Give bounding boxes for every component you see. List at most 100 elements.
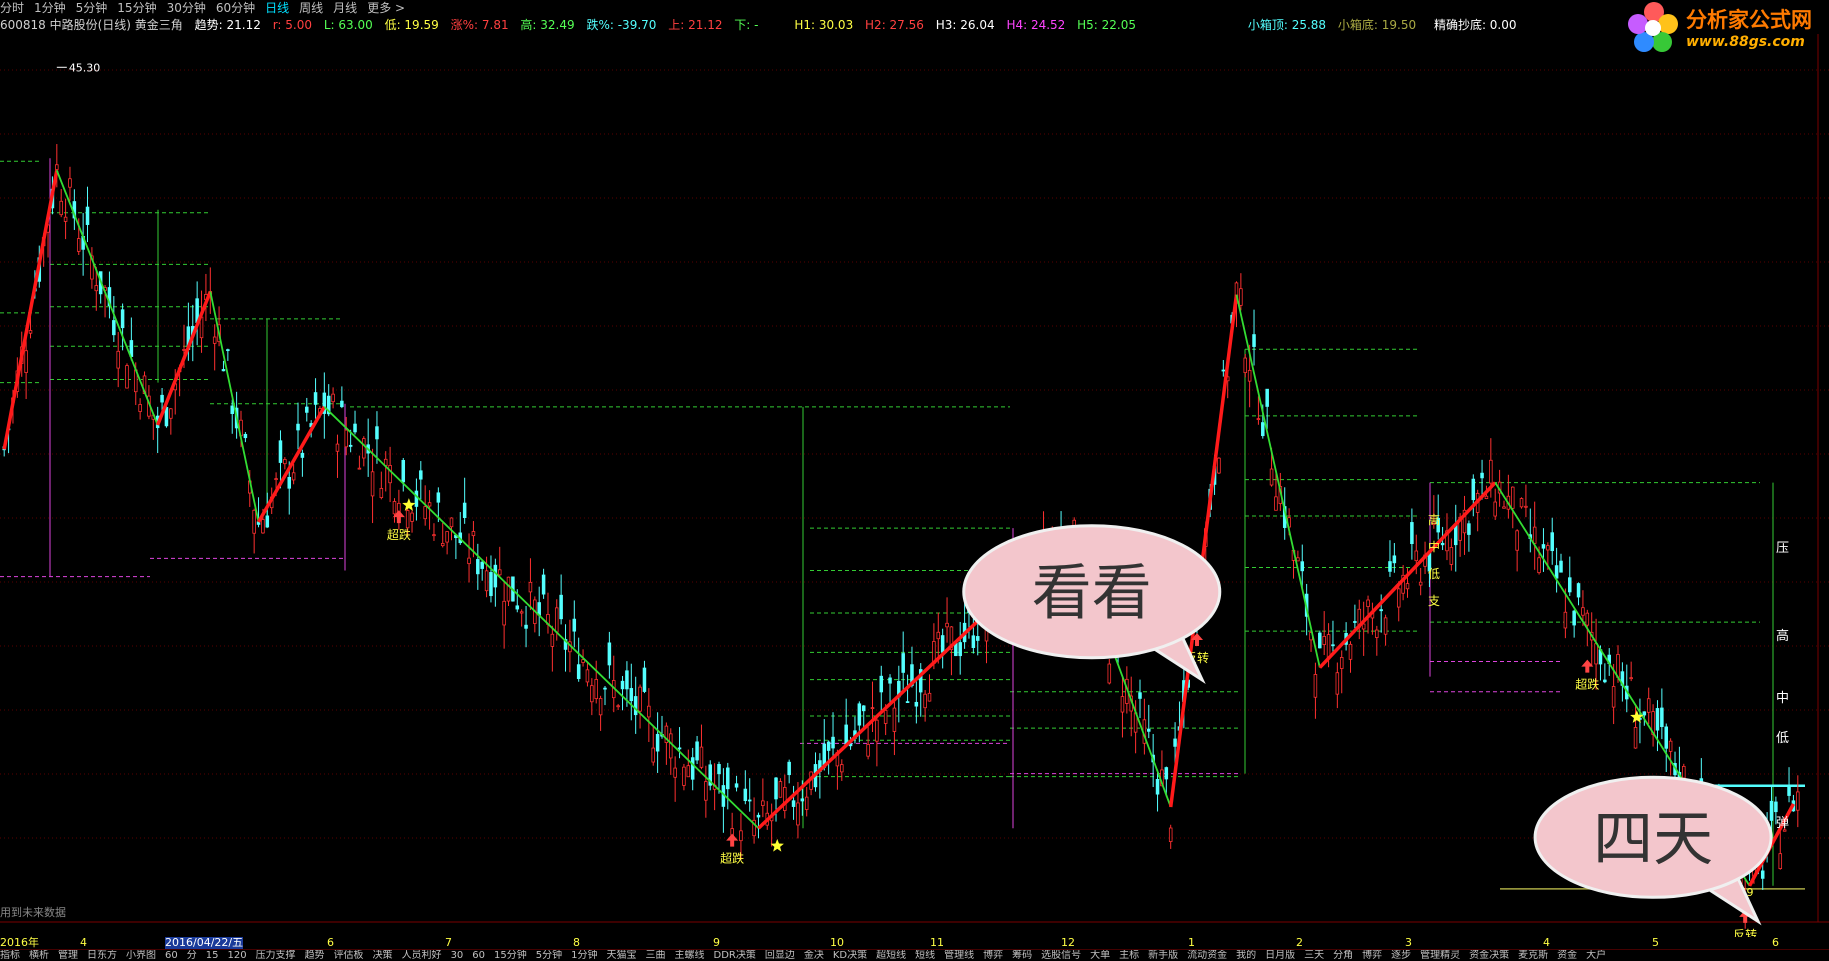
candle-body	[1221, 369, 1226, 372]
menu-item-24[interactable]: 金决	[804, 950, 824, 961]
menu-item-32[interactable]: 大单	[1090, 950, 1110, 961]
menu-item-15[interactable]: 60	[472, 950, 485, 961]
candle-body	[252, 509, 256, 534]
menu-item-43[interactable]: 资金决策	[1469, 950, 1509, 961]
menu-item-36[interactable]: 我的	[1236, 950, 1256, 961]
candle-body	[1510, 486, 1515, 509]
speech-bubble: 四天	[1533, 775, 1773, 926]
indicator-info-bar: 600818 中路股份(日线) 黄金三角 趋势: 21.12 r: 5.00 L…	[0, 16, 1829, 34]
menu-item-28[interactable]: 管理线	[944, 950, 974, 961]
menu-item-26[interactable]: 超短线	[876, 950, 906, 961]
menu-item-30[interactable]: 筹码	[1012, 950, 1032, 961]
menu-item-23[interactable]: 回显边	[765, 950, 795, 961]
menu-item-37[interactable]: 日月版	[1265, 950, 1295, 961]
menu-item-35[interactable]: 流动资金	[1187, 950, 1227, 961]
l-value: L: 63.00	[323, 18, 373, 32]
period-tab-3[interactable]: 15分钟	[117, 1, 156, 15]
menu-item-5[interactable]: 60	[165, 950, 178, 961]
candle-body	[550, 633, 555, 647]
menu-item-40[interactable]: 博弈	[1362, 950, 1382, 961]
menu-item-29[interactable]: 博弈	[983, 950, 1003, 961]
menu-item-14[interactable]: 30	[451, 950, 464, 961]
menu-item-22[interactable]: DDR决策	[714, 950, 756, 961]
period-tab-8[interactable]: 月线	[333, 1, 357, 15]
menu-item-41[interactable]: 逐步	[1391, 950, 1411, 961]
candle-body	[1107, 663, 1112, 684]
candle-body	[471, 531, 476, 537]
candle-body	[243, 433, 248, 439]
rise-pct: 涨%: 7.81	[450, 18, 509, 32]
candle-body	[945, 622, 949, 628]
menu-item-33[interactable]: 主标	[1119, 950, 1139, 961]
candle-body	[559, 594, 563, 620]
menu-item-18[interactable]: 1分钟	[571, 950, 597, 961]
menu-item-12[interactable]: 决策	[373, 950, 393, 961]
period-tab-5[interactable]: 60分钟	[216, 1, 255, 15]
x-tick-label: 2	[1296, 936, 1303, 949]
candle-body	[1493, 501, 1497, 517]
zone-label: 低	[1776, 731, 1789, 746]
candle-body	[445, 531, 449, 543]
candle-body	[1537, 557, 1541, 574]
zigzag-segment	[323, 406, 760, 829]
menu-item-19[interactable]: 天猫宝	[607, 950, 637, 961]
menu-item-11[interactable]: 评估板	[334, 950, 364, 961]
menu-item-7[interactable]: 15	[206, 950, 219, 961]
candle-body	[1252, 334, 1256, 347]
menu-item-31[interactable]: 选股信号	[1041, 950, 1081, 961]
candle-body	[63, 216, 68, 222]
menu-item-46[interactable]: 大户	[1586, 950, 1606, 961]
candle-body	[287, 476, 292, 489]
menu-item-42[interactable]: 管理精灵	[1420, 950, 1460, 961]
candle-body	[392, 501, 397, 515]
menu-item-38[interactable]: 三天	[1304, 950, 1324, 961]
menu-item-10[interactable]: 趋势	[305, 950, 325, 961]
menu-item-8[interactable]: 120	[227, 950, 246, 961]
menu-item-6[interactable]: 分	[187, 950, 197, 961]
candle-body	[1405, 583, 1410, 590]
period-tab-1[interactable]: 1分钟	[34, 1, 66, 15]
candle-body	[379, 487, 384, 499]
x-tick-label: 12	[1061, 936, 1075, 949]
candle-body	[1524, 505, 1528, 508]
h5-value: H5: 22.05	[1077, 18, 1137, 32]
candle-body	[791, 800, 796, 807]
menu-item-21[interactable]: 主螺线	[675, 950, 705, 961]
menu-item-1[interactable]: 横析	[29, 950, 49, 961]
candle-body	[1164, 767, 1169, 780]
menu-item-25[interactable]: KD决策	[833, 950, 867, 961]
menu-item-39[interactable]: 分角	[1333, 950, 1353, 961]
menu-item-2[interactable]: 管理	[58, 950, 78, 961]
x-tick-label: 4	[80, 936, 87, 949]
menu-item-13[interactable]: 人员利好	[402, 950, 442, 961]
menu-item-0[interactable]: 指标	[0, 950, 20, 961]
menu-item-27[interactable]: 短线	[915, 950, 935, 961]
x-tick-label: 11	[930, 936, 944, 949]
period-tab-2[interactable]: 5分钟	[76, 1, 108, 15]
menu-item-4[interactable]: 小界图	[126, 950, 156, 961]
period-tab-7[interactable]: 周线	[299, 1, 323, 15]
period-tab-0[interactable]: 分时	[0, 1, 24, 15]
candle-body	[502, 600, 506, 626]
candle-body	[585, 669, 590, 683]
period-tab-6[interactable]: 日线	[265, 1, 289, 15]
menu-item-44[interactable]: 麦克斯	[1518, 950, 1548, 961]
period-tab-9[interactable]: 更多 >	[367, 1, 405, 15]
menu-item-45[interactable]: 资金	[1557, 950, 1577, 961]
candle-body	[226, 349, 230, 352]
bubble-text: 四天	[1593, 804, 1713, 874]
candle-body	[449, 517, 454, 528]
candle-body	[554, 607, 559, 633]
menu-item-20[interactable]: 三曲	[646, 950, 666, 961]
period-tab-4[interactable]: 30分钟	[167, 1, 206, 15]
zigzag-segment	[1318, 481, 1497, 669]
high-value: 高: 32.49	[520, 18, 575, 32]
candle-body	[1331, 644, 1335, 647]
menu-item-16[interactable]: 15分钟	[494, 950, 527, 961]
menu-item-17[interactable]: 5分钟	[536, 950, 562, 961]
candle-body	[1660, 707, 1664, 728]
candle-body	[739, 830, 743, 842]
menu-item-34[interactable]: 新手版	[1148, 950, 1178, 961]
menu-item-3[interactable]: 日东方	[87, 950, 117, 961]
menu-item-9[interactable]: 压力支撑	[256, 950, 296, 961]
